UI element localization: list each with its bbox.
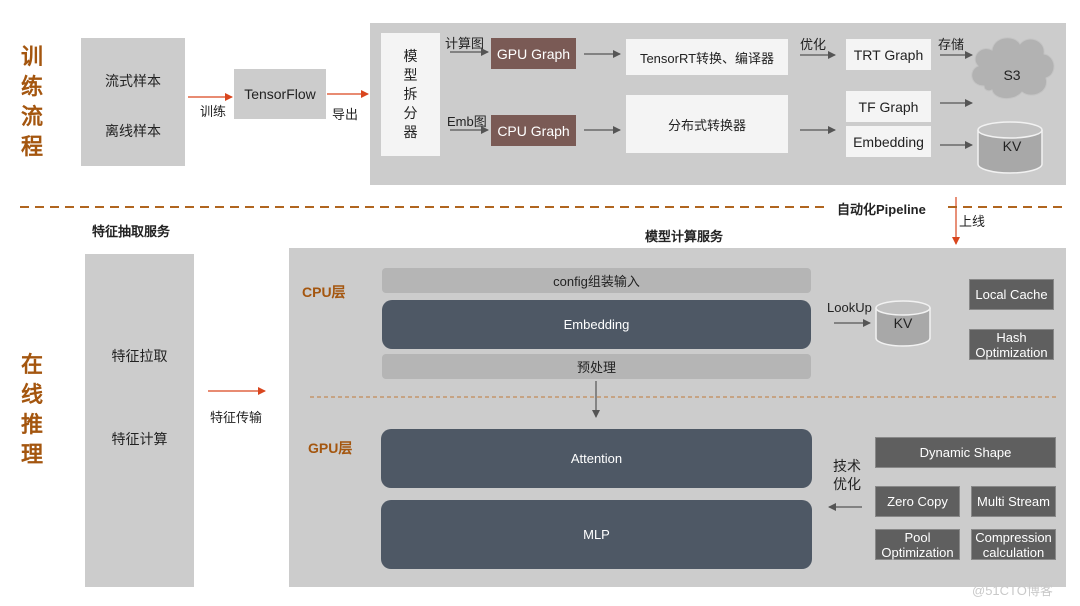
feature-transfer-label: 特征传输 (210, 410, 263, 425)
samples-box: 流式样本 离线样本 (81, 38, 185, 166)
cpu-graph-box: CPU Graph (491, 115, 576, 146)
mlp-block: MLP (381, 500, 812, 569)
feature-fetch: 特征拉取 (111, 348, 168, 364)
multi-stream-box: Multi Stream (971, 486, 1056, 517)
emb-graph-label: Emb图 (447, 114, 487, 129)
feature-service-title: 特征抽取服务 (92, 224, 171, 239)
optimize-label: 优化 (800, 37, 827, 52)
watermark: @51CTO博客 (972, 583, 1053, 598)
feature-compute: 特征计算 (111, 431, 168, 447)
training-flow-title: 训 练 流 程 (20, 44, 43, 159)
pool-optimization-box: Pool Optimization (875, 529, 960, 560)
model-service-title: 模型计算服务 (645, 229, 724, 244)
compute-graph-label: 计算图 (445, 36, 485, 51)
embedding-export-box: Embedding (846, 126, 931, 157)
hash-optimization-box: Hash Optimization (969, 329, 1054, 360)
local-cache-box: Local Cache (969, 279, 1054, 310)
lookup-label: LookUp (827, 300, 872, 315)
zero-copy-box: Zero Copy (875, 486, 960, 517)
trt-graph-box: TRT Graph (846, 39, 931, 70)
model-splitter-box: 模 型 拆 分 器 (381, 33, 440, 156)
compression-calculation-box: Compression calculation (971, 529, 1056, 560)
feature-service-box: 特征拉取 特征计算 (85, 254, 194, 587)
preprocess-bar: 预处理 (382, 354, 811, 379)
streaming-samples: 流式样本 (105, 73, 161, 89)
tf-graph-box: TF Graph (846, 91, 931, 122)
distributed-converter-box: 分布式转换器 (626, 95, 788, 153)
tech-optimization-label: 技术 优化 (833, 458, 861, 492)
deploy-label: 上线 (959, 214, 986, 229)
export-label: 导出 (332, 107, 359, 122)
tensorflow-box: TensorFlow (234, 69, 326, 119)
gpu-layer-label: GPU层 (308, 440, 353, 456)
attention-block: Attention (381, 429, 812, 488)
offline-samples: 离线样本 (105, 123, 161, 139)
cpu-embedding-block: Embedding (382, 300, 811, 349)
kv-label: KV (1002, 138, 1022, 154)
online-inference-title: 在 线 推 理 (20, 352, 43, 467)
store-label: 存储 (938, 37, 965, 52)
s3-label: S3 (1003, 67, 1021, 83)
dynamic-shape-box: Dynamic Shape (875, 437, 1056, 468)
train-label: 训练 (200, 104, 227, 119)
cpu-layer-label: CPU层 (302, 284, 346, 300)
pipeline-label: 自动化Pipeline (837, 202, 926, 217)
gpu-graph-box: GPU Graph (491, 38, 576, 69)
config-input-bar: config组装输入 (382, 268, 811, 293)
cpu-kv-label: KV (893, 315, 913, 331)
tensorrt-compiler-box: TensorRT转换、编译器 (626, 39, 788, 75)
